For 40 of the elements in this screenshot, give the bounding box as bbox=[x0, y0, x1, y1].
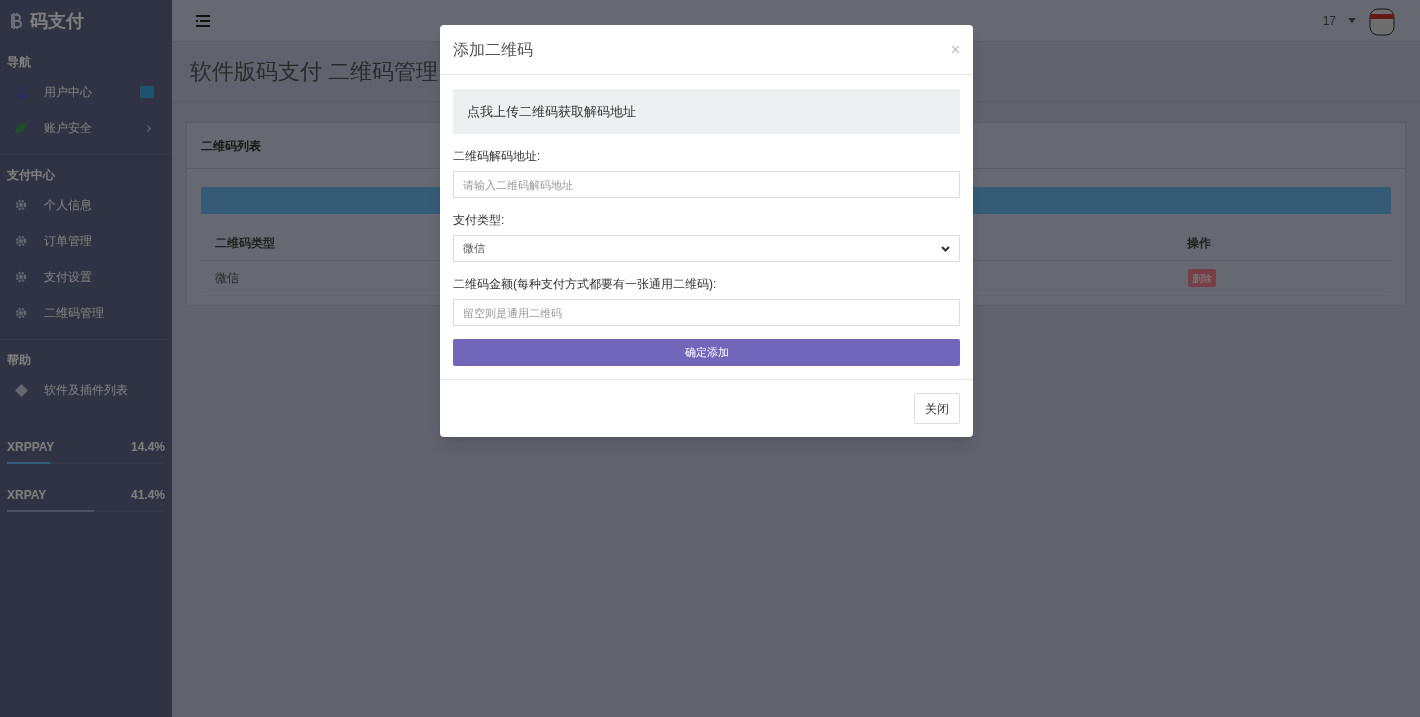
sidebar-item[interactable]: 用户中心 bbox=[0, 74, 172, 110]
settings-icon bbox=[15, 271, 27, 283]
meter-reading: 41.4% bbox=[130, 487, 165, 504]
bitcoin-icon bbox=[10, 13, 22, 29]
meter-label: XRPPAY bbox=[7, 439, 55, 456]
sidebar-item[interactable]: 订单管理 bbox=[0, 223, 172, 259]
settings-icon bbox=[15, 199, 27, 211]
sidebar-item[interactable]: 软件及插件列表 bbox=[0, 372, 172, 408]
chevron-icon bbox=[941, 245, 950, 252]
leaf-icon bbox=[14, 122, 28, 134]
input-field[interactable]: 请输入二维码解码地址 bbox=[453, 171, 960, 198]
sidebar-item[interactable]: 支付设置 bbox=[0, 259, 172, 295]
caret-icon[interactable] bbox=[1348, 18, 1356, 23]
field-label: 支付类型: bbox=[453, 212, 506, 229]
settings-icon bbox=[15, 235, 27, 247]
close-button[interactable]: × bbox=[950, 37, 960, 62]
sidebar-item[interactable]: 账户安全 bbox=[0, 110, 172, 146]
column-header: 二维码类型 bbox=[215, 235, 275, 252]
column-header: 操作 bbox=[1187, 235, 1211, 252]
field-label: 二维码解码地址: bbox=[453, 148, 542, 165]
field-label: 二维码金额(每种支付方式都要有一张通用二维码): bbox=[453, 276, 718, 293]
table-cell-text: 微信 bbox=[215, 270, 239, 287]
modal-title: 添加二维码 bbox=[453, 39, 533, 60]
user-menu[interactable]: 17 bbox=[1322, 11, 1336, 30]
close-button[interactable]: 关闭 bbox=[914, 393, 960, 424]
page-title: 软件版码支付 二维码管理 bbox=[190, 58, 439, 86]
meter-reading: 14.4% bbox=[130, 439, 165, 456]
settings-icon bbox=[15, 307, 27, 319]
submit-button[interactable]: 确定添加 bbox=[453, 339, 960, 366]
section-heading: 支付中心 bbox=[6, 167, 56, 184]
select-field[interactable]: 微信 bbox=[453, 235, 960, 262]
meter-label: XRPAY bbox=[7, 487, 47, 504]
section-heading: 导航 bbox=[6, 54, 32, 71]
diamond-icon bbox=[14, 383, 28, 397]
section-heading: 帮助 bbox=[6, 352, 32, 369]
upload-button[interactable]: 点我上传二维码获取解码地址 bbox=[453, 89, 960, 134]
input-field[interactable]: 留空则是通用二维码 bbox=[453, 299, 960, 326]
sidebar-item[interactable]: 个人信息 bbox=[0, 187, 172, 223]
menu-icon[interactable] bbox=[196, 14, 210, 27]
brand-name: 码支付 bbox=[30, 9, 84, 33]
